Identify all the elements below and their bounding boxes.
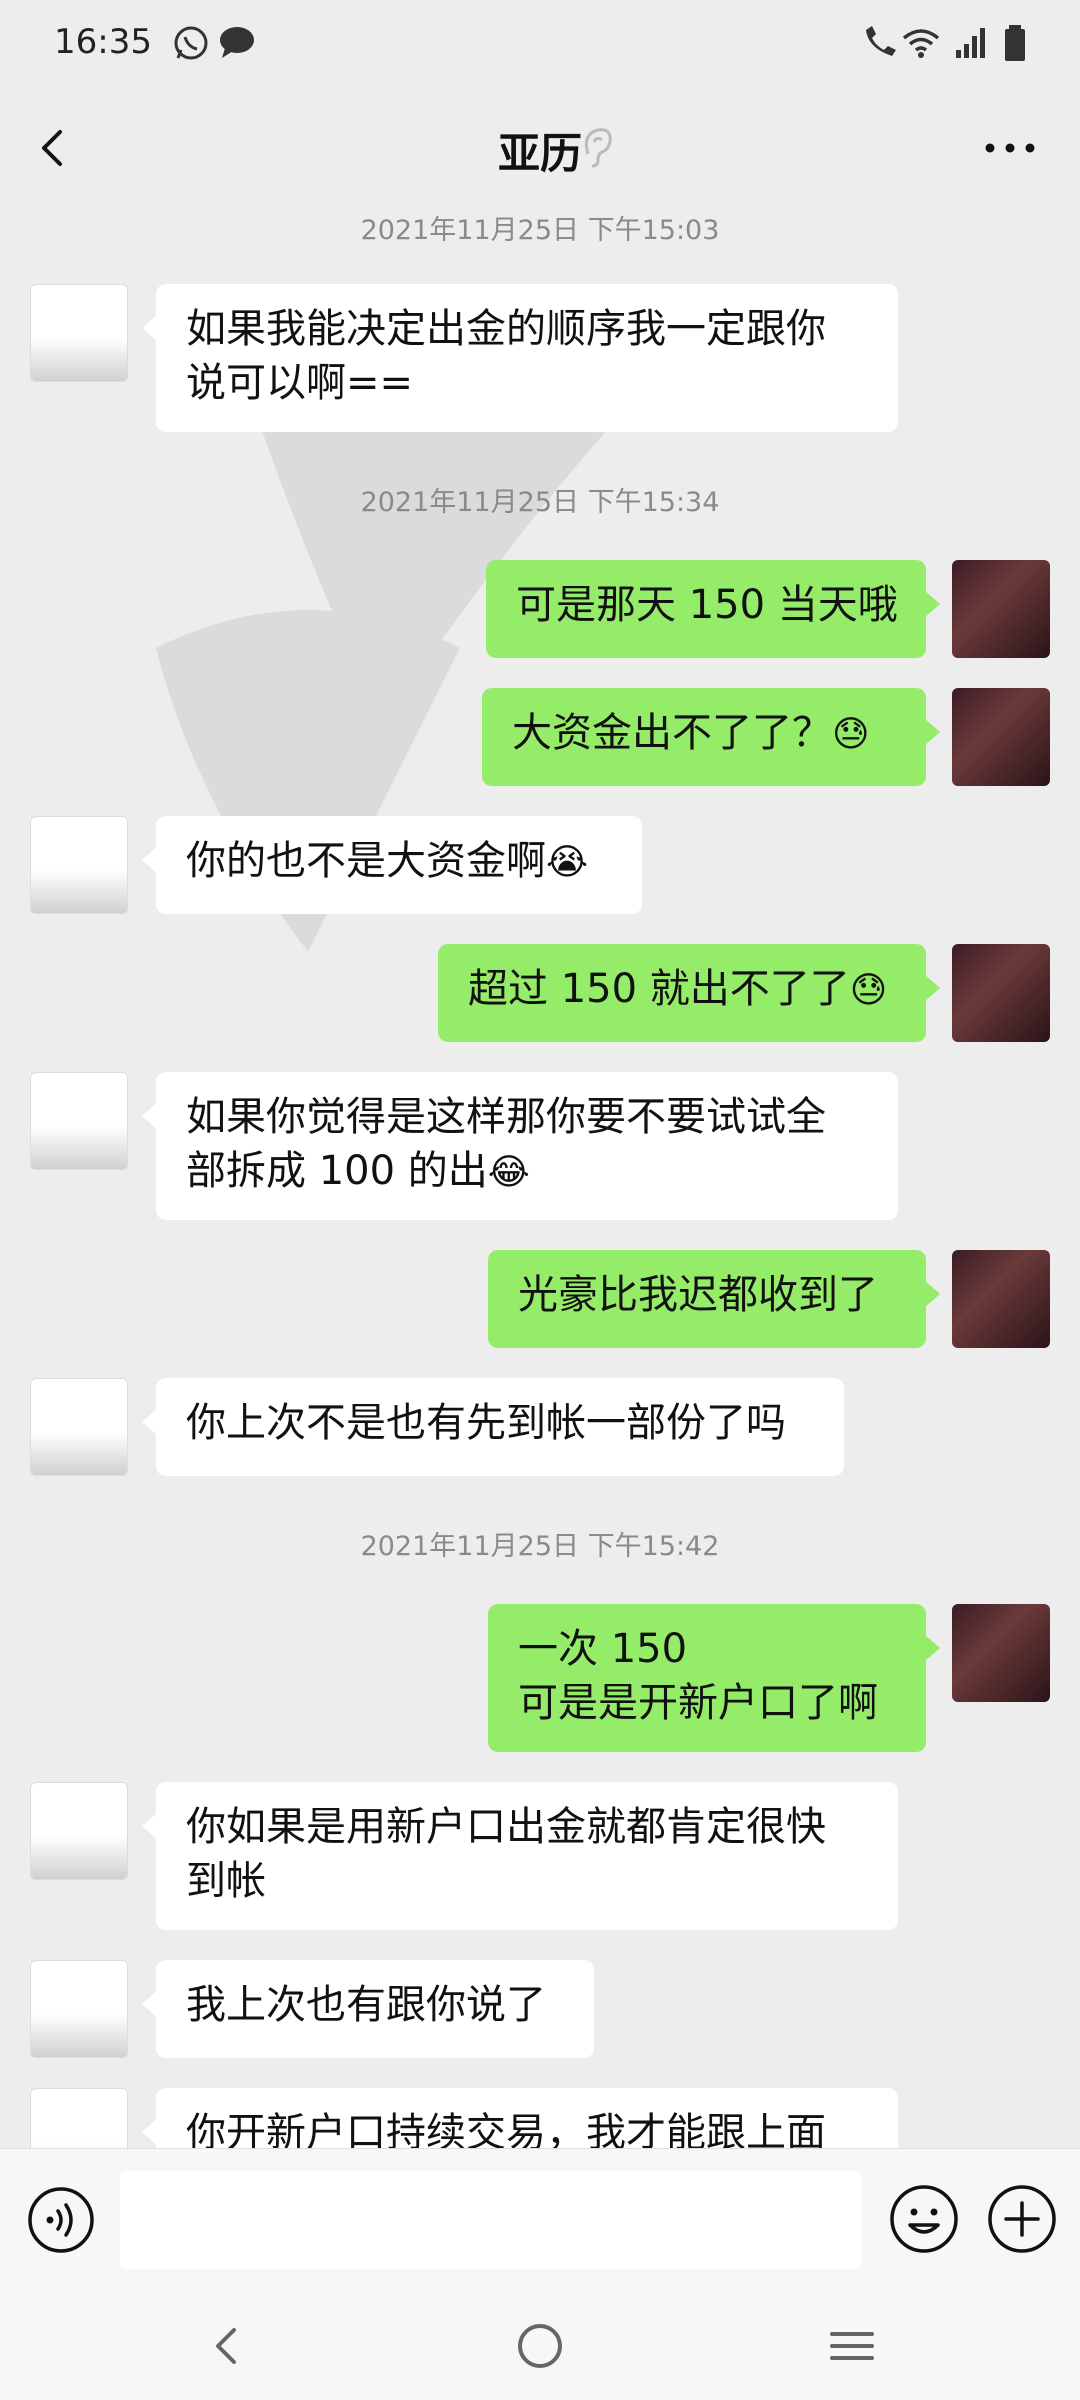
user-avatar[interactable] bbox=[952, 1604, 1050, 1702]
chat-header: 亚历 bbox=[0, 88, 1080, 208]
message-bubble-sent[interactable]: 可是那天 150 当天哦 bbox=[486, 560, 940, 658]
contact-avatar[interactable] bbox=[30, 1960, 128, 2058]
input-bar bbox=[0, 2148, 1080, 2291]
message-text: 我上次也有跟你说了 bbox=[186, 1982, 546, 2028]
message-bubble-received[interactable]: 我上次也有跟你说了 bbox=[142, 1960, 594, 2058]
timestamp: 2021年11月25日 下午15:42 bbox=[360, 1531, 720, 1562]
message-bubble-received[interactable]: 你如果是用新户口出金就都肯定很快 到帐 bbox=[142, 1782, 898, 1930]
whatsapp-icon bbox=[174, 26, 208, 60]
message-text: 可是是开新户口了啊 bbox=[518, 1680, 878, 1726]
battery-icon bbox=[1005, 25, 1025, 61]
message-bubble-received[interactable]: 你开新户口持续交易，我才能跟上面 bbox=[142, 2088, 898, 2148]
chat-message-list[interactable]: 2021年11月25日 下午15:03 2021年11月25日 下午15:34 … bbox=[0, 208, 1080, 2148]
contact-avatar[interactable] bbox=[30, 816, 128, 914]
message-bubble-sent[interactable]: 一次 150 可是是开新户口了啊 bbox=[488, 1604, 940, 1752]
message-text: 部拆成 100 的出 bbox=[186, 1148, 488, 1194]
emoji: 😓 bbox=[832, 714, 870, 755]
message-text: 光豪比我迟都收到了 bbox=[518, 1272, 878, 1318]
message-text: 到帐 bbox=[186, 1858, 266, 1904]
message-bubble-sent[interactable]: 超过 150 就出不了了😓 bbox=[438, 944, 940, 1042]
status-bar: 16:35 bbox=[0, 0, 1080, 88]
chat-title: 亚历 bbox=[497, 129, 582, 178]
message-text: 你上次不是也有先到帐一部份了吗 bbox=[186, 1400, 786, 1446]
voice-input-icon[interactable] bbox=[26, 2185, 96, 2255]
user-avatar[interactable] bbox=[952, 1250, 1050, 1348]
message-text: 可是那天 150 当天哦 bbox=[516, 582, 898, 628]
message-bubble-sent[interactable]: 光豪比我迟都收到了 bbox=[488, 1250, 940, 1348]
message-text: 超过 150 就出不了了 bbox=[468, 966, 850, 1012]
plus-icon[interactable] bbox=[986, 2183, 1058, 2255]
emoji: 😭 bbox=[546, 842, 589, 883]
contact-avatar[interactable] bbox=[30, 1782, 128, 1880]
contact-avatar[interactable] bbox=[30, 284, 128, 382]
emoji-icon[interactable] bbox=[888, 2183, 960, 2255]
wifi-icon bbox=[902, 29, 940, 58]
message-bubble-received[interactable]: 你上次不是也有先到帐一部份了吗 bbox=[142, 1378, 844, 1476]
message-bubble-received[interactable]: 你的也不是大资金啊😭 bbox=[142, 816, 642, 914]
timestamp: 2021年11月25日 下午15:34 bbox=[360, 487, 720, 518]
nav-home-icon[interactable] bbox=[510, 2316, 570, 2376]
message-bubble-received[interactable]: 如果我能决定出金的顺序我一定跟你 说可以啊== bbox=[142, 284, 898, 432]
timestamp: 2021年11月25日 下午15:03 bbox=[360, 215, 720, 246]
contact-avatar[interactable] bbox=[30, 1072, 128, 1170]
message-text: 如果我能决定出金的顺序我一定跟你 bbox=[186, 306, 826, 352]
message-bubble-received[interactable]: 如果你觉得是这样那你要不要试试全 部拆成 100 的出😂 bbox=[142, 1072, 898, 1220]
wifi-call-icon bbox=[866, 26, 896, 56]
message-text: 你的也不是大资金啊 bbox=[186, 838, 546, 884]
nav-back-icon[interactable] bbox=[198, 2316, 258, 2376]
nav-recents-icon[interactable] bbox=[822, 2316, 882, 2376]
message-input[interactable] bbox=[120, 2171, 862, 2269]
message-text: 一次 150 bbox=[518, 1626, 688, 1672]
status-time: 16:35 bbox=[54, 22, 152, 62]
message-text: 大资金出不了了？ bbox=[512, 710, 832, 756]
user-avatar[interactable] bbox=[952, 688, 1050, 786]
ear-icon bbox=[584, 128, 612, 168]
emoji: 😂 bbox=[487, 1152, 530, 1193]
system-nav-bar bbox=[0, 2290, 1080, 2400]
user-avatar[interactable] bbox=[952, 944, 1050, 1042]
emoji: 😓 bbox=[849, 970, 888, 1011]
message-icon bbox=[220, 27, 254, 58]
message-text: 说可以啊== bbox=[186, 360, 414, 406]
contact-avatar[interactable] bbox=[30, 2088, 128, 2148]
contact-avatar[interactable] bbox=[30, 1378, 128, 1476]
message-text: 你如果是用新户口出金就都肯定很快 bbox=[186, 1804, 826, 1850]
message-text: 你开新户口持续交易，我才能跟上面 bbox=[186, 2110, 826, 2148]
message-text: 如果你觉得是这样那你要不要试试全 bbox=[186, 1094, 826, 1140]
more-icon[interactable] bbox=[980, 128, 1040, 168]
user-avatar[interactable] bbox=[952, 560, 1050, 658]
signal-icon bbox=[956, 28, 985, 58]
message-bubble-sent[interactable]: 大资金出不了了？😓 bbox=[482, 688, 940, 786]
